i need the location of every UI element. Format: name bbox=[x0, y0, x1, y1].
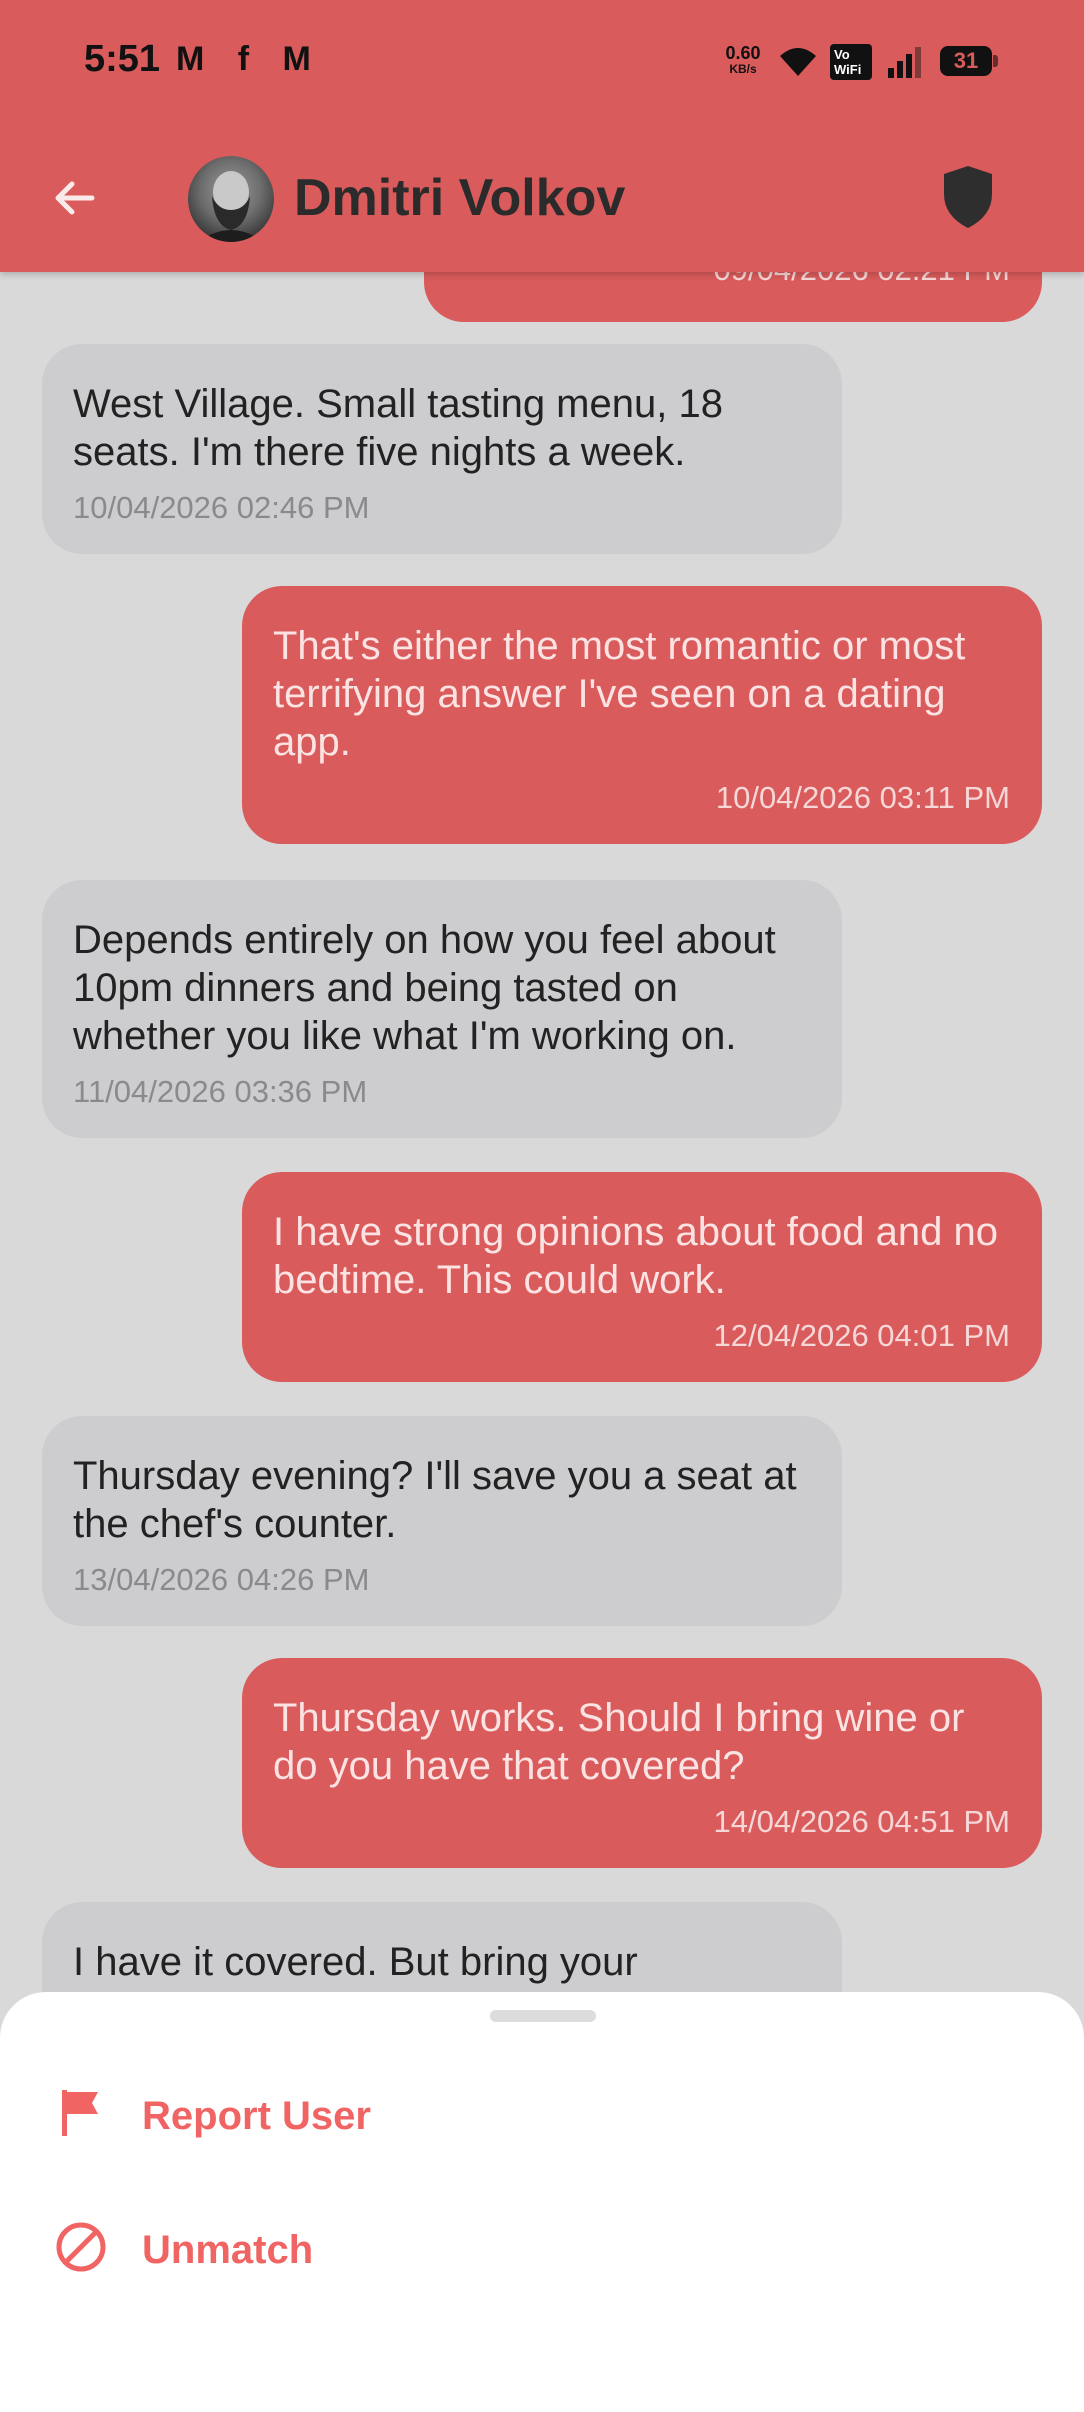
message-bubble-outgoing: That's either the most romantic or most … bbox=[242, 586, 1042, 844]
signal-icon bbox=[888, 47, 921, 78]
vowifi-icon: Vo WiFi bbox=[830, 44, 872, 80]
notification-app-icons: M f M bbox=[176, 40, 323, 78]
message-time: 10/04/2026 03:11 PM bbox=[715, 780, 1010, 815]
message-time: 11/04/2026 03:36 PM bbox=[73, 1074, 368, 1109]
app-header: 5:51 M f M 0.60 KB/s Vo WiFi 31 Dmitri V… bbox=[0, 0, 1084, 272]
flag-icon bbox=[62, 2090, 98, 2136]
report-user-option[interactable]: Report User bbox=[0, 2054, 1084, 2174]
message-time: 14/04/2026 04:51 PM bbox=[713, 1804, 1010, 1839]
wifi-icon bbox=[780, 48, 816, 76]
options-bottom-sheet: Report User Unmatch bbox=[0, 1992, 1084, 2412]
message-text: West Village. Small tasting menu, 18 sea… bbox=[73, 382, 723, 474]
network-speed: 0.60 KB/s bbox=[720, 44, 766, 76]
message-bubble-outgoing: I have strong opinions about food and no… bbox=[242, 1172, 1042, 1382]
network-speed-unit: KB/s bbox=[729, 62, 757, 76]
message-text: Thursday works. Should I bring wine or d… bbox=[273, 1696, 965, 1788]
message-text: I have strong opinions about food and no… bbox=[273, 1210, 998, 1302]
message-text: Thursday evening? I'll save you a seat a… bbox=[73, 1454, 797, 1546]
message-bubble-incoming: Thursday evening? I'll save you a seat a… bbox=[42, 1416, 842, 1626]
report-user-label: Report User bbox=[142, 2094, 371, 2138]
message-bubble-incoming: West Village. Small tasting menu, 18 sea… bbox=[42, 344, 842, 554]
back-arrow-icon[interactable] bbox=[44, 168, 104, 228]
message-bubble-incoming: Depends entirely on how you feel about 1… bbox=[42, 880, 842, 1138]
message-time: 12/04/2026 04:01 PM bbox=[713, 1318, 1010, 1353]
unmatch-label: Unmatch bbox=[142, 2228, 314, 2272]
message-time: 10/04/2026 02:46 PM bbox=[73, 490, 370, 525]
unmatch-option[interactable]: Unmatch bbox=[0, 2188, 1084, 2308]
status-bar: 5:51 M f M 0.60 KB/s Vo WiFi 31 bbox=[0, 0, 1084, 126]
message-text: That's either the most romantic or most … bbox=[273, 624, 966, 764]
status-time: 5:51 bbox=[84, 38, 161, 80]
message-text: Depends entirely on how you feel about 1… bbox=[73, 918, 776, 1058]
message-bubble-outgoing: Thursday works. Should I bring wine or d… bbox=[242, 1658, 1042, 1868]
avatar[interactable] bbox=[188, 156, 274, 242]
block-icon bbox=[56, 2222, 106, 2272]
shield-icon[interactable] bbox=[940, 164, 996, 230]
network-speed-value: 0.60 bbox=[725, 43, 761, 63]
sheet-drag-handle[interactable] bbox=[490, 2010, 596, 2022]
message-text: I have it covered. But bring your bbox=[73, 1940, 638, 1984]
contact-name[interactable]: Dmitri Volkov bbox=[294, 168, 625, 228]
battery-level: 31 bbox=[940, 46, 992, 76]
battery-icon: 31 bbox=[940, 46, 998, 76]
message-time: 13/04/2026 04:26 PM bbox=[73, 1562, 370, 1597]
